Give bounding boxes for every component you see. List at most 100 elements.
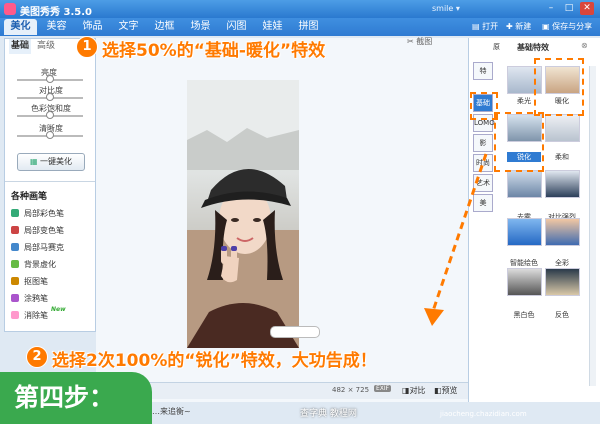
tab-flash[interactable]: 闪图 (220, 19, 253, 35)
brush-label: 涂鸦笔 (24, 294, 48, 303)
tab-doll[interactable]: 娃娃 (256, 19, 289, 35)
edited-photo[interactable] (187, 80, 299, 348)
tab-text[interactable]: 文字 (112, 19, 145, 35)
step-badge: 第四步： (0, 372, 152, 424)
dashed-arrow (424, 153, 488, 326)
filter-thumb-black-white[interactable] (507, 268, 542, 296)
color-brush-icon (11, 209, 19, 217)
step1-number: 1 (76, 36, 98, 58)
save-icon: ▣ (542, 22, 550, 31)
title-bar: 美图秀秀 3.5.0 smile ▾ – □ ✕ (0, 0, 600, 18)
preview-button[interactable]: ◧预览 (434, 385, 458, 396)
category-special[interactable]: 特 (473, 62, 493, 80)
compare-label: 对比 (409, 386, 426, 395)
compare-icon: ◨ (402, 386, 410, 395)
preview-label: 预览 (441, 386, 458, 395)
step2-number: 2 (26, 346, 48, 368)
effects-header: 基础特效 (517, 43, 549, 52)
brightness-knob[interactable] (46, 75, 54, 83)
mosaic-icon (11, 243, 19, 251)
brush-item-blur[interactable]: 背景虚化 (11, 258, 95, 270)
open-button[interactable]: ▤ 打开 (472, 20, 498, 34)
tab-basic[interactable]: 基础 (9, 39, 31, 54)
brush-label: 局部马赛克 (24, 243, 64, 252)
menu-bar: 美化 美容 饰品 文字 边框 场景 闪图 娃娃 拼图 ▤ 打开 ✚ 新建 ▣ 保… (0, 18, 600, 36)
tab-makeup[interactable]: 美容 (40, 19, 73, 35)
save-share-button[interactable]: ▣ 保存与分享 (542, 20, 592, 34)
highlight-warm-filter (534, 58, 584, 116)
step2-instruction: 选择2次100%的“锐化”特效，大功告成！ (52, 351, 377, 371)
brush-label: 背景虚化 (24, 260, 56, 269)
brush-label: 消除笔 (24, 311, 48, 320)
brush-label: 局部变色笔 (24, 226, 64, 235)
pencil-icon (11, 294, 19, 302)
preview-icon: ◧ (434, 386, 442, 395)
filter-thumb-strong-contrast[interactable] (545, 170, 580, 198)
app-logo-icon (4, 3, 16, 15)
filter-thumb-dehaze[interactable] (507, 170, 542, 198)
left-panel: 基础 高级 亮度 对比度 色彩饱和度 清晰度 ▦ 一键美化 各种画笔 局部彩色笔… (4, 38, 96, 332)
status-text: …来追衡~ (152, 407, 191, 416)
tab-advanced[interactable]: 高级 (35, 39, 57, 54)
divider (5, 181, 95, 182)
minimize-icon[interactable]: – (544, 2, 558, 15)
filter-label: 全彩 (555, 259, 569, 267)
plus-icon: ✚ (506, 22, 513, 31)
new-button[interactable]: ✚ 新建 (506, 20, 531, 34)
photo-illustration (187, 80, 299, 348)
app-title: 美图秀秀 3.5.0 (20, 7, 92, 18)
folder-icon: ▤ (472, 22, 480, 31)
blur-icon (11, 260, 19, 268)
filter-label: 反色 (555, 311, 569, 319)
highlight-sharpen-filter (494, 112, 544, 172)
recolor-brush-icon (11, 226, 19, 234)
exif-button[interactable]: EXIF (374, 385, 392, 392)
brush-item-cutout[interactable]: 抠图笔 (11, 275, 95, 287)
highlight-basic-category (470, 92, 498, 120)
brush-item-color[interactable]: 局部彩色笔 (11, 207, 95, 219)
brush-item-doodle[interactable]: 涂鸦笔 (11, 292, 95, 304)
one-click-beautify-button[interactable]: ▦ 一键美化 (17, 153, 85, 171)
tab-border[interactable]: 边框 (148, 19, 181, 35)
image-size: 482 × 725 (332, 386, 370, 394)
tab-scene[interactable]: 场景 (184, 19, 217, 35)
eraser-icon (11, 311, 19, 319)
effects-header-tab[interactable]: 原 (493, 42, 500, 52)
new-label: 新建 (515, 22, 532, 31)
filter-thumb-invert[interactable] (545, 268, 580, 296)
brush-section-title: 各种画笔 (11, 192, 48, 202)
close-icon[interactable]: ✕ (580, 2, 594, 15)
new-badge: New (51, 306, 66, 313)
filter-thumb-smart-color[interactable] (507, 218, 542, 246)
brush-label: 抠图笔 (24, 277, 48, 286)
brush-item-mosaic[interactable]: 局部马赛克 (11, 241, 95, 253)
beautify-label: 一键美化 (40, 157, 73, 166)
user-menu[interactable]: smile ▾ (432, 4, 460, 13)
magic-icon: ▦ (29, 157, 38, 166)
crop-icon[interactable]: ✂ 截图 (407, 36, 432, 47)
filter-thumb-soft[interactable] (545, 114, 580, 142)
maximize-icon[interactable]: □ (562, 2, 576, 15)
tab-beautify[interactable]: 美化 (4, 19, 37, 35)
tab-accessories[interactable]: 饰品 (76, 19, 109, 35)
filter-label: 黑白色 (513, 311, 535, 319)
filter-label: 智能绘色 (510, 259, 538, 267)
open-label: 打开 (482, 22, 499, 31)
brush-label: 局部彩色笔 (24, 209, 64, 218)
close-panel-icon[interactable]: ⊗ (581, 41, 588, 50)
watermark-url: jiaocheng.chazidian.com (440, 410, 527, 418)
filter-label: 柔和 (555, 153, 569, 161)
sharpness-knob[interactable] (46, 131, 54, 139)
watermark: 查字典 教程网 (300, 409, 357, 419)
compare-button[interactable]: ◨对比 (402, 385, 426, 396)
brush-item-recolor[interactable]: 局部变色笔 (11, 224, 95, 236)
cutout-icon (11, 277, 19, 285)
saturation-knob[interactable] (46, 111, 54, 119)
filter-thumb-full-color[interactable] (545, 218, 580, 246)
zoom-slider[interactable] (270, 326, 320, 338)
step1-instruction: 选择50%的“基础-暖化”特效 (102, 41, 326, 61)
effects-scrollbar[interactable] (589, 66, 596, 386)
contrast-knob[interactable] (46, 93, 54, 101)
brush-item-eraser[interactable]: 消除笔 New (11, 306, 95, 321)
tab-collage[interactable]: 拼图 (292, 19, 325, 35)
